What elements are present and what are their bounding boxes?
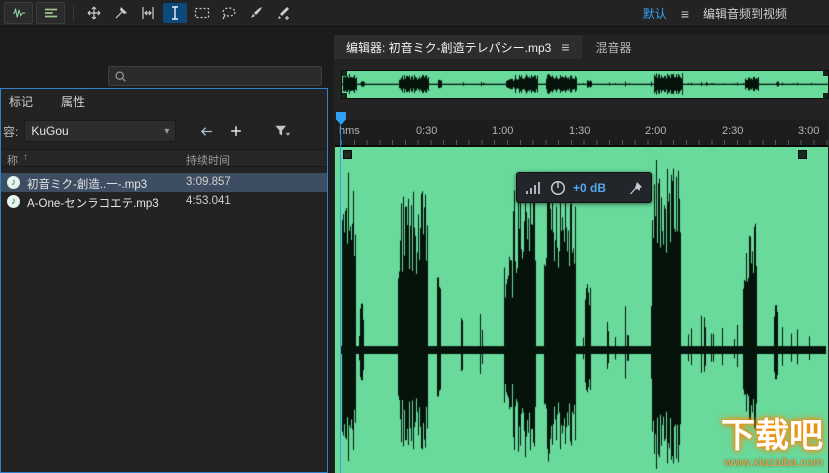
heal-tool-icon <box>278 7 289 20</box>
search-input[interactable] <box>132 68 316 84</box>
filter-funnel-icon <box>275 125 290 136</box>
file-name: A-One-センラコエテ.mp3 <box>27 198 159 210</box>
level-meter-icon <box>526 181 540 194</box>
files-panel: 标记 属性 容: KuGou ▾ 称 ↑ 持续时间 ♪ 初音ミク-創造..一-.… <box>0 88 328 473</box>
marquee-tool-button[interactable] <box>190 3 214 23</box>
waveform-icon <box>12 8 25 18</box>
files-list-header: 称 ↑ 持续时间 <box>1 149 327 167</box>
file-row[interactable]: ♪ A-One-センラコエテ.mp3 4:53.041 <box>1 192 327 211</box>
playhead-line <box>340 125 341 473</box>
workspace-default-button[interactable]: 默认 <box>643 5 667 22</box>
marquee-tool-icon <box>194 7 210 19</box>
search-icon <box>115 70 126 82</box>
slip-tool-icon <box>142 7 154 19</box>
ruler-label: 1:00 <box>492 125 514 137</box>
ruler-label: 2:30 <box>722 125 744 137</box>
workspace-menu-icon[interactable]: ≡ <box>681 7 689 21</box>
file-name: 初音ミク-創造..一-.mp3 <box>27 179 148 191</box>
brush-tool-icon <box>251 7 262 18</box>
text-tool-button[interactable] <box>163 3 187 23</box>
filter-button[interactable] <box>270 120 294 142</box>
razor-tool-icon <box>115 7 127 19</box>
overview-navigator <box>341 70 829 99</box>
editor-tabbar: 编辑器: 初音ミク-創造テレパシー.mp3 ≡ 混音器 <box>334 35 829 59</box>
multitrack-view-button[interactable] <box>36 2 65 24</box>
contents-label: 容: <box>3 124 19 139</box>
range-handle-bottom-right[interactable] <box>823 93 828 98</box>
brush-tool-button[interactable] <box>244 3 268 23</box>
file-duration: 3:09.857 <box>186 176 231 188</box>
fade-out-handle[interactable] <box>798 150 807 159</box>
overview-waveform-canvas[interactable] <box>342 71 828 98</box>
move-tool-button[interactable] <box>82 3 106 23</box>
razor-tool-button[interactable] <box>109 3 133 23</box>
file-duration: 4:53.041 <box>186 195 231 207</box>
column-header-duration[interactable]: 持续时间 <box>186 152 230 168</box>
plus-icon <box>231 126 242 136</box>
slip-tool-button[interactable] <box>136 3 160 23</box>
fade-in-handle[interactable] <box>343 150 352 159</box>
audition-window: 默认 ≡ 编辑音频到视频 标记 属性 容: KuGou ▾ 称 ↑ 持续时间 ♪… <box>0 0 829 473</box>
ruler-label: hms <box>339 125 360 137</box>
audio-file-icon: ♪ <box>7 195 20 208</box>
panel-menu-icon[interactable]: ≡ <box>561 40 569 54</box>
tab-markers[interactable]: 标记 <box>9 93 33 110</box>
top-toolbar: 默认 ≡ 编辑音频到视频 <box>0 0 829 27</box>
text-tool-icon <box>172 6 178 20</box>
multitrack-icon <box>44 8 57 18</box>
ruler-label: 0:30 <box>416 125 438 137</box>
range-handle-top-left[interactable] <box>342 71 347 76</box>
tab-mixer[interactable]: 混音器 <box>596 39 632 56</box>
back-arrow-icon <box>200 126 212 136</box>
tab-properties[interactable]: 属性 <box>61 93 85 110</box>
column-header-name[interactable]: 称 <box>7 152 18 168</box>
range-handle-bottom-left[interactable] <box>342 93 347 98</box>
gain-value[interactable]: +0 dB <box>573 181 606 195</box>
back-button[interactable] <box>194 120 218 142</box>
gain-knob-icon[interactable] <box>550 180 566 196</box>
audio-file-icon: ♪ <box>7 176 20 189</box>
volume-hud[interactable]: +0 dB <box>516 172 652 203</box>
files-panel-controls: 容: KuGou ▾ <box>1 119 327 143</box>
workspace-edit-audio-to-video[interactable]: 编辑音频到视频 <box>703 5 787 22</box>
chevron-down-icon: ▾ <box>164 125 170 137</box>
range-handle-top-right[interactable] <box>823 71 828 76</box>
toolbar-right-group: 默认 ≡ 编辑音频到视频 <box>643 0 787 27</box>
ruler-label: 2:00 <box>645 125 667 137</box>
pin-icon[interactable] <box>629 181 643 195</box>
editor-panel: 编辑器: 初音ミク-創造テレパシー.mp3 ≡ 混音器 hms 0:30 1:0… <box>334 35 829 473</box>
timeline-ruler[interactable]: hms 0:30 1:00 1:30 2:00 2:30 3:00 <box>335 120 828 146</box>
search-box <box>108 66 322 86</box>
move-tool-icon <box>87 6 101 20</box>
add-file-button[interactable] <box>224 120 248 142</box>
sort-up-icon: ↑ <box>23 152 28 163</box>
heal-tool-button[interactable] <box>271 3 295 23</box>
tab-editor-active[interactable]: 编辑器: 初音ミク-創造テレパシー.mp3 ≡ <box>334 35 582 59</box>
editor-tab-title: 编辑器: 初音ミク-創造テレパシー.mp3 <box>346 40 552 55</box>
files-panel-tabs: 标记 属性 <box>1 89 85 113</box>
ruler-label: 1:30 <box>569 125 591 137</box>
contents-dropdown-value: KuGou <box>31 124 69 138</box>
lasso-tool-icon <box>222 7 236 20</box>
waveform-view-button[interactable] <box>4 2 33 24</box>
ruler-label: 3:00 <box>798 125 820 137</box>
lasso-tool-button[interactable] <box>217 3 241 23</box>
toolbar-separator <box>73 5 74 21</box>
contents-dropdown[interactable]: KuGou ▾ <box>24 120 177 142</box>
file-row-selected[interactable]: ♪ 初音ミク-創造..一-.mp3 3:09.857 <box>1 173 327 192</box>
